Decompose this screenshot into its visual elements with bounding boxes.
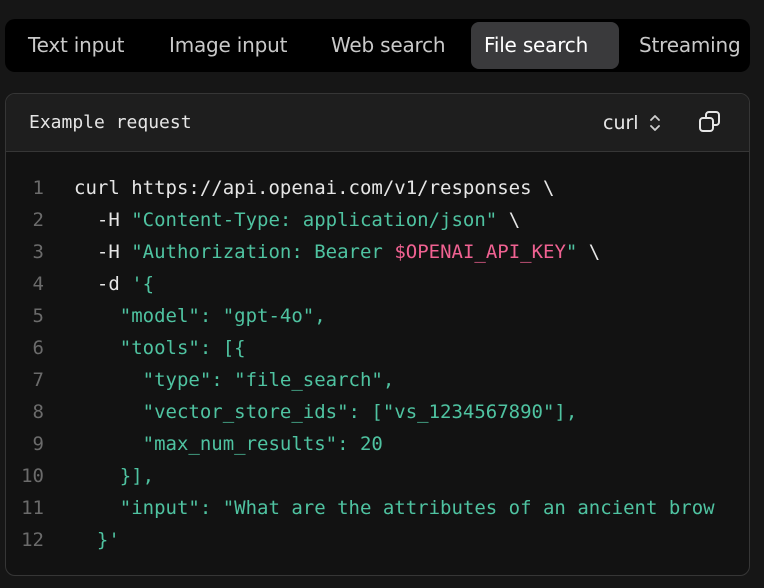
line-number: 9 xyxy=(32,433,44,455)
line-number: 8 xyxy=(32,401,44,423)
code-text: }], xyxy=(74,460,154,492)
code-text: "vector_store_ids": ["vs_1234567890"], xyxy=(74,396,578,428)
line-number: 6 xyxy=(32,337,44,359)
code-token: \ xyxy=(497,209,521,231)
code-token: "Content-Type: application/json" xyxy=(131,209,498,231)
line-number: 5 xyxy=(32,305,44,327)
panel-header: Example request curl xyxy=(6,94,749,152)
tab-file-search[interactable]: File search xyxy=(471,22,619,69)
code-token: -H xyxy=(74,209,132,231)
tab-image-input[interactable]: Image input xyxy=(156,22,319,69)
code-token: " xyxy=(565,241,578,263)
code-text: "type": "file_search", xyxy=(74,364,395,396)
code-token: "vector_store_ids": ["vs_1234567890"], xyxy=(74,401,578,423)
code-text: curl https://api.openai.com/v1/responses… xyxy=(74,172,554,204)
code-text: -d '{ xyxy=(74,268,154,300)
code-token: -H xyxy=(74,241,132,263)
line-number: 4 xyxy=(32,273,44,295)
line-number: 1 xyxy=(32,177,44,199)
code-text: }' xyxy=(74,524,120,556)
code-text: -H "Authorization: Bearer $OPENAI_API_KE… xyxy=(74,236,600,268)
tab-streaming[interactable]: Streaming xyxy=(626,22,750,69)
line-number: 7 xyxy=(32,369,44,391)
tab-web-search[interactable]: Web search xyxy=(318,22,481,69)
copy-button[interactable] xyxy=(696,108,724,136)
example-tab-bar: Text input Image input Web search File s… xyxy=(5,19,750,72)
code-example-panel: Example request curl 1 curl https://api.o… xyxy=(5,93,750,576)
panel-title: Example request xyxy=(29,112,192,133)
line-number: 2 xyxy=(32,209,44,231)
code-text: "input": "What are the attributes of an … xyxy=(74,492,715,524)
line-number: 3 xyxy=(32,241,44,263)
code-token: -d xyxy=(74,273,132,295)
chevron-up-down-icon xyxy=(649,115,660,131)
tab-text-input[interactable]: Text input xyxy=(15,22,154,69)
code-token: $OPENAI_API_KEY xyxy=(394,241,566,263)
code-token: '{ xyxy=(131,273,155,295)
code-text: -H "Content-Type: application/json" \ xyxy=(74,204,520,236)
code-token: }], xyxy=(74,465,155,487)
code-token: }' xyxy=(74,529,120,551)
code-token: "tools": [{ xyxy=(74,337,246,359)
code-text: "tools": [{ xyxy=(74,332,246,364)
language-select-value: curl xyxy=(603,112,639,134)
copy-icon xyxy=(699,111,720,132)
code-token: \ xyxy=(577,241,601,263)
code-token: "input": "What are the attributes of an … xyxy=(74,497,715,519)
line-number: 12 xyxy=(21,529,44,551)
line-number: 11 xyxy=(21,497,44,519)
code-token: "Authorization: Bearer xyxy=(131,241,395,263)
code-text: "max_num_results": 20 xyxy=(74,428,383,460)
code-token: "type": "file_search", xyxy=(74,369,395,391)
language-select[interactable]: curl xyxy=(603,104,661,142)
line-number: 10 xyxy=(21,465,44,487)
code-token: curl https://api.openai.com/v1/responses… xyxy=(74,177,555,199)
code-text: "model": "gpt-4o", xyxy=(74,300,326,332)
code-token: "model": "gpt-4o", xyxy=(74,305,326,327)
code-token: "max_num_results": 20 xyxy=(74,433,383,455)
